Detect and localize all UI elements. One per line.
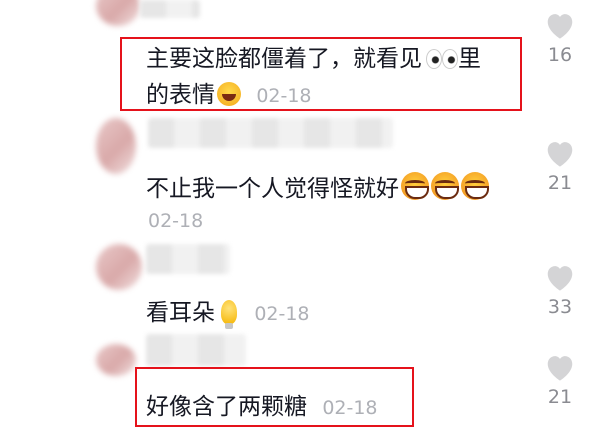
blurred-username[interactable]	[148, 118, 393, 148]
blurred-username[interactable]	[140, 0, 200, 18]
grin-squint-emoji-icon	[461, 172, 489, 200]
like-button[interactable]: 21	[540, 352, 580, 408]
heart-icon	[547, 266, 573, 291]
heart-icon	[547, 142, 573, 167]
highlight-box	[135, 367, 414, 427]
grin-squint-emoji-icon	[431, 172, 459, 200]
comment-date: 02-18	[148, 210, 204, 232]
like-count: 21	[547, 386, 573, 408]
like-button[interactable]: 21	[540, 138, 580, 194]
avatar[interactable]	[96, 0, 140, 26]
heart-icon	[547, 356, 573, 381]
blurred-username[interactable]	[146, 244, 230, 274]
like-count: 21	[547, 172, 573, 194]
heart-icon	[547, 14, 573, 39]
highlight-box	[120, 37, 522, 111]
avatar[interactable]	[96, 118, 136, 174]
avatar[interactable]	[96, 344, 136, 376]
blurred-username[interactable]	[146, 334, 246, 366]
like-button[interactable]: 16	[540, 10, 580, 66]
comment-date: 02-18	[254, 303, 310, 325]
comment-text: 不止我一个人觉得怪就好	[146, 172, 489, 206]
lightbulb-emoji-icon	[221, 300, 237, 329]
like-count: 33	[547, 296, 573, 318]
grin-squint-emoji-icon	[401, 172, 429, 200]
like-count: 16	[547, 44, 573, 66]
avatar[interactable]	[96, 244, 142, 290]
comment-text: 看耳朵 02-18	[146, 300, 310, 329]
like-button[interactable]: 33	[540, 262, 580, 318]
